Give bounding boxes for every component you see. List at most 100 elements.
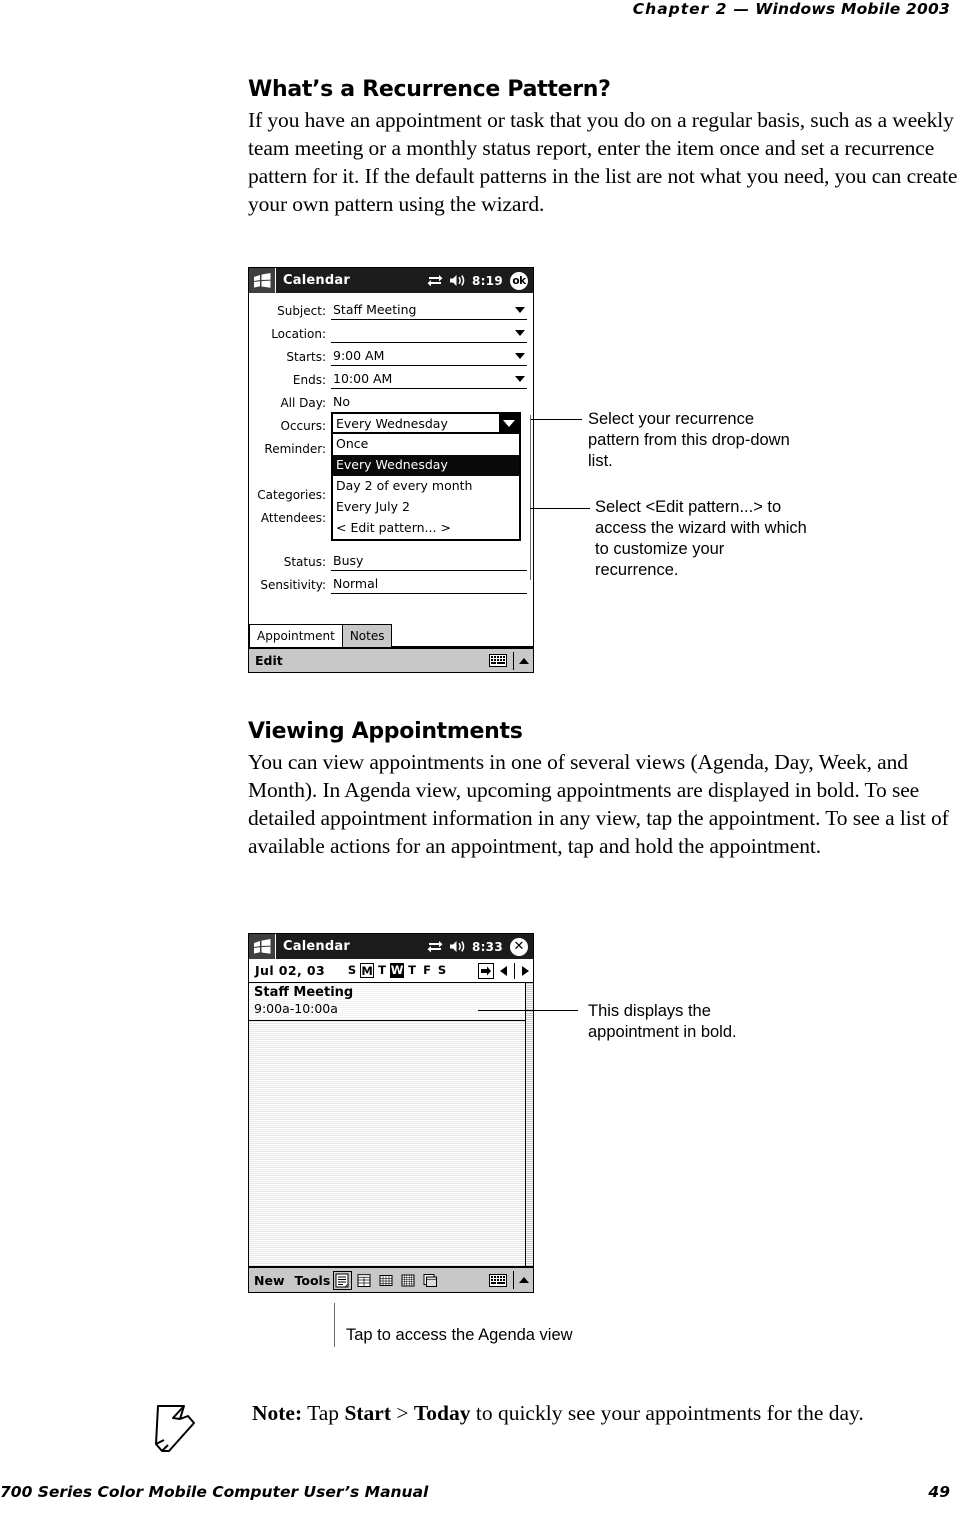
occurs-dropdown-selected[interactable]: Every Wednesday xyxy=(331,412,521,434)
footer-title: 700 Series Color Mobile Computer User’s … xyxy=(0,1483,429,1501)
tab-notes[interactable]: Notes xyxy=(341,624,393,647)
subject-input-text: Staff Meeting xyxy=(333,302,417,317)
speaker-icon[interactable] xyxy=(449,940,466,953)
day-letter-monday[interactable]: M xyxy=(360,963,375,978)
field-value-subject[interactable]: Staff Meeting xyxy=(331,301,527,320)
day-letter-saturday[interactable]: S xyxy=(435,963,449,978)
agenda-empty-area xyxy=(249,1021,533,1267)
callout-leader-vertical xyxy=(530,415,531,580)
day-view-icon[interactable] xyxy=(355,1271,374,1290)
day-letter-friday[interactable]: F xyxy=(420,963,434,978)
appointment-title: Staff Meeting xyxy=(254,985,354,1000)
field-label-sensitivity: Sensitivity: xyxy=(260,578,326,592)
dropdown-option-every-wednesday[interactable]: Every Wednesday xyxy=(333,455,519,476)
chevron-down-icon[interactable] xyxy=(499,414,519,432)
day-letter-wednesday[interactable]: W xyxy=(390,963,405,978)
edit-menu-button[interactable]: Edit xyxy=(255,653,283,668)
screenshot-agenda-view: Calendar 8:33 ✕ Jul 02, 03 S M T W T F S… xyxy=(248,933,534,1293)
current-date-label[interactable]: Jul 02, 03 xyxy=(255,963,325,978)
tab-appointment[interactable]: Appointment xyxy=(249,624,343,647)
note-prefix: Note: xyxy=(252,1401,303,1425)
close-icon[interactable]: ✕ xyxy=(510,937,528,956)
field-row-subject: Subject: Staff Meeting xyxy=(253,297,527,320)
year-view-icon[interactable] xyxy=(421,1271,440,1290)
form-bottom-spacer xyxy=(253,594,527,618)
pda-app-title-agenda: Calendar xyxy=(283,939,350,954)
week-view-icon[interactable] xyxy=(377,1271,396,1290)
appointment-form: Subject: Staff Meeting Location: Starts:… xyxy=(249,293,533,620)
field-row-sensitivity: Sensitivity: Normal xyxy=(253,571,527,594)
chevron-down-icon[interactable] xyxy=(515,353,525,359)
running-head-title: Windows Mobile 2003 xyxy=(755,0,950,18)
tab-bar: Appointment Notes xyxy=(249,624,533,648)
day-letter-sunday[interactable]: S xyxy=(345,963,359,978)
occurs-dropdown[interactable]: Every Wednesday Once Every Wednesday Day… xyxy=(331,412,521,541)
ok-button[interactable]: ok xyxy=(510,271,528,290)
field-label-categories: Categories: xyxy=(257,488,326,502)
section-recurrence-pattern: What’s a Recurrence Pattern? If you have… xyxy=(248,78,968,219)
new-button[interactable]: New xyxy=(254,1273,285,1288)
sensitivity-input-text: Normal xyxy=(333,576,379,591)
pda-app-title: Calendar xyxy=(283,273,350,288)
note-bold-start: Start xyxy=(344,1401,392,1425)
chevron-down-icon[interactable] xyxy=(515,330,525,336)
command-bar-divider xyxy=(513,651,514,670)
field-label-starts: Starts: xyxy=(286,350,326,364)
connectivity-icon[interactable] xyxy=(427,940,443,953)
section-heading-viewing: Viewing Appointments xyxy=(248,719,523,744)
agenda-view-icon[interactable] xyxy=(333,1270,353,1290)
speaker-icon[interactable] xyxy=(449,274,466,287)
windows-logo-icon[interactable] xyxy=(249,268,276,293)
callout-leader-bold xyxy=(478,1010,578,1011)
previous-day-icon[interactable] xyxy=(500,965,507,976)
day-letter-thursday[interactable]: T xyxy=(405,963,419,978)
go-to-today-icon[interactable] xyxy=(478,962,494,979)
toolbar-divider xyxy=(513,1271,514,1289)
tab-bar-filler xyxy=(391,624,533,647)
field-value-status[interactable]: Busy xyxy=(331,552,527,571)
agenda-appointment-item[interactable]: Staff Meeting 9:00a-10:00a xyxy=(249,983,533,1021)
date-navigation-bar: Jul 02, 03 S M T W T F S xyxy=(249,959,533,983)
month-view-icon[interactable] xyxy=(399,1271,418,1290)
dropdown-option-day-2-of-every-month[interactable]: Day 2 of every month xyxy=(333,476,519,497)
field-value-all-day[interactable]: No xyxy=(331,393,527,412)
chevron-down-icon[interactable] xyxy=(515,307,525,313)
clock-time-agenda[interactable]: 8:33 xyxy=(472,940,503,954)
occurs-dropdown-list: Once Every Wednesday Day 2 of every mont… xyxy=(331,434,521,541)
appointment-time: 9:00a-10:00a xyxy=(254,1001,338,1016)
dropdown-option-edit-pattern[interactable]: < Edit pattern... > xyxy=(333,518,519,539)
section-body-recurrence: If you have an appointment or task that … xyxy=(248,108,958,216)
field-label-location: Location: xyxy=(271,327,326,341)
agenda-scrollbar[interactable] xyxy=(525,983,533,1266)
clock-time[interactable]: 8:19 xyxy=(472,274,503,288)
command-bar: Edit xyxy=(249,648,533,672)
chevron-up-icon[interactable] xyxy=(519,657,529,664)
field-value-starts[interactable]: 9:00 AM xyxy=(331,347,527,366)
dropdown-option-every-july-2[interactable]: Every July 2 xyxy=(333,497,519,518)
field-value-location[interactable] xyxy=(331,324,527,343)
pda-titlebar-agenda: Calendar 8:33 ✕ xyxy=(249,934,533,959)
field-value-sensitivity[interactable]: Normal xyxy=(331,575,527,594)
screenshot-appointment-form: Calendar 8:19 ok Subject: Staff Meeting xyxy=(248,267,534,673)
windows-logo-icon[interactable] xyxy=(249,934,276,959)
chevron-down-icon[interactable] xyxy=(515,376,525,382)
note-text-3: to quickly see your appointments for the… xyxy=(470,1401,864,1425)
next-day-icon[interactable] xyxy=(522,965,529,976)
chevron-up-icon[interactable] xyxy=(519,1277,529,1283)
day-letter-tuesday[interactable]: T xyxy=(375,963,389,978)
section-viewing-appointments: Viewing Appointments You can view appoin… xyxy=(248,720,968,861)
field-label-ends: Ends: xyxy=(292,373,326,387)
note-text-2: > xyxy=(391,1401,414,1425)
callout-bold-appointment: This displays the appointment in bold. xyxy=(588,1002,737,1042)
keyboard-icon[interactable] xyxy=(489,654,507,667)
occurs-selected-label: Every Wednesday xyxy=(336,415,448,431)
connectivity-icon[interactable] xyxy=(427,274,443,287)
field-row-status: Status: Busy xyxy=(253,548,527,571)
page-title: What’s a Recurrence Pattern? xyxy=(248,77,611,102)
dropdown-option-once[interactable]: Once xyxy=(333,434,519,455)
note-block: Note: Tap Start > Today to quickly see y… xyxy=(150,1400,968,1461)
field-value-ends[interactable]: 10:00 AM xyxy=(331,370,527,389)
keyboard-icon[interactable] xyxy=(489,1273,507,1287)
running-head-chapter: Chapter 2 xyxy=(632,0,728,18)
tools-button[interactable]: Tools xyxy=(295,1273,331,1288)
